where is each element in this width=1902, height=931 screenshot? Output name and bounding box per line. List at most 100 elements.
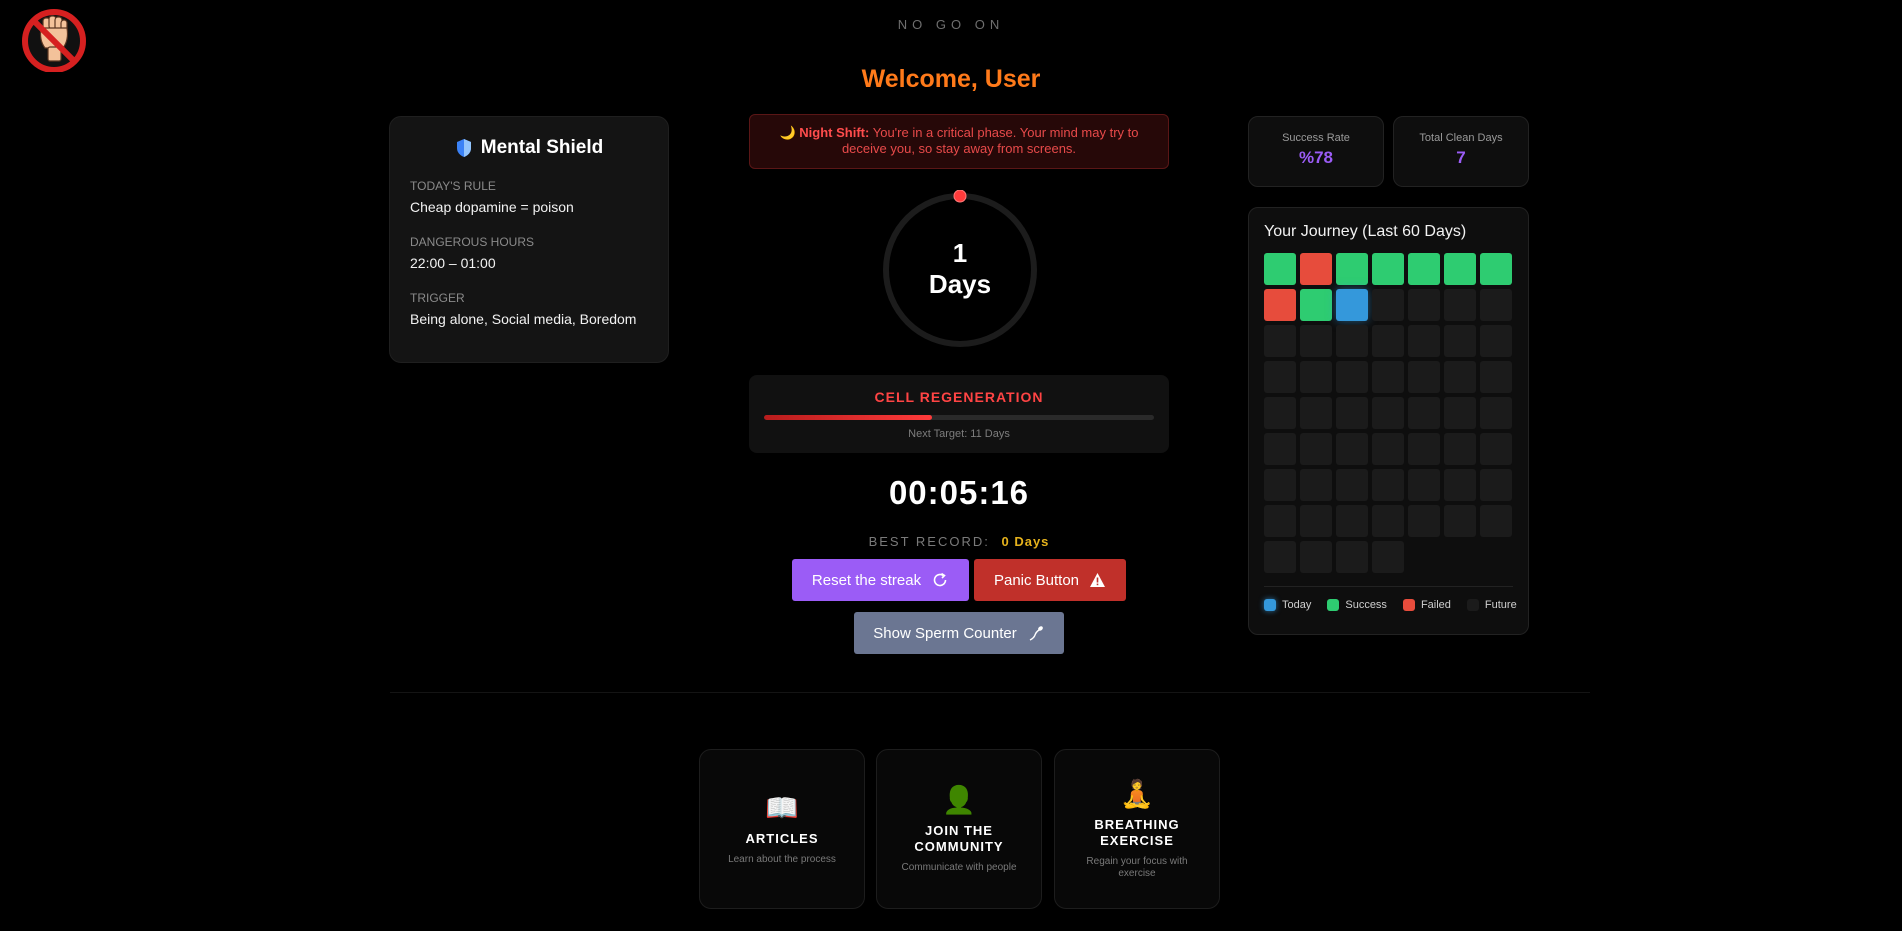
legend-today: Today bbox=[1264, 599, 1311, 611]
journey-day-success bbox=[1372, 253, 1404, 285]
journey-day-future bbox=[1408, 505, 1440, 537]
shield-label: DANGEROUS HOURS bbox=[410, 235, 535, 249]
shield-icon bbox=[456, 139, 471, 157]
card-subtitle: Communicate with people bbox=[901, 861, 1017, 873]
sperm-counter-label: Show Sperm Counter bbox=[873, 624, 1017, 642]
clean-days-value: 7 bbox=[1456, 148, 1466, 167]
card-title: JOIN THE COMMUNITY bbox=[914, 822, 1004, 854]
journey-day-future bbox=[1408, 397, 1440, 429]
journey-day-future bbox=[1264, 433, 1296, 465]
journey-day-future bbox=[1372, 325, 1404, 357]
journey-day-future bbox=[1444, 325, 1476, 357]
journey-day-future bbox=[1408, 361, 1440, 393]
journey-day-future bbox=[1372, 433, 1404, 465]
cell-regeneration-title: CELL REGENERATION bbox=[874, 389, 1044, 405]
legend-future: Future bbox=[1466, 599, 1517, 611]
cell-regeneration-panel: CELL REGENERATION Next Target: 11 Days bbox=[749, 375, 1169, 453]
journey-day-future bbox=[1480, 469, 1512, 501]
journey-day-future bbox=[1444, 289, 1476, 321]
journey-day-future bbox=[1444, 469, 1476, 501]
journey-day-future bbox=[1336, 541, 1368, 573]
journey-day-success bbox=[1444, 253, 1476, 285]
best-record: BEST RECORD: 0 Days bbox=[749, 534, 1169, 549]
shield-hours: DANGEROUS HOURS 22:00 – 01:00 bbox=[410, 235, 648, 271]
legend-label: Success bbox=[1345, 599, 1387, 611]
journey-day-future bbox=[1336, 397, 1368, 429]
panic-button[interactable]: Panic Button bbox=[974, 559, 1126, 601]
journey-day-success bbox=[1300, 289, 1332, 321]
show-sperm-counter-button[interactable]: Show Sperm Counter bbox=[854, 612, 1064, 654]
moon-icon: 🌙 bbox=[779, 125, 796, 140]
journey-day-success bbox=[1336, 253, 1368, 285]
journey-day-future bbox=[1336, 325, 1368, 357]
regeneration-progress-fill bbox=[764, 415, 932, 420]
legend-label: Future bbox=[1484, 599, 1517, 611]
journey-day-future bbox=[1264, 397, 1296, 429]
journey-day-future bbox=[1264, 541, 1296, 573]
panic-button-label: Panic Button bbox=[993, 571, 1080, 589]
next-target: Next Target: 11 Days bbox=[908, 428, 1010, 440]
journey-day-future bbox=[1408, 289, 1440, 321]
journey-day-future bbox=[1444, 433, 1476, 465]
brand-name: NO GO ON bbox=[897, 17, 1005, 32]
clean-days-label: Total Clean Days bbox=[1419, 132, 1503, 144]
total-clean-days-card: Total Clean Days 7 bbox=[1393, 116, 1529, 187]
journey-day-future bbox=[1408, 469, 1440, 501]
success-rate-value: %78 bbox=[1298, 148, 1334, 167]
book-icon: 📖 bbox=[765, 792, 799, 823]
success-rate-card: Success Rate %78 bbox=[1248, 116, 1384, 187]
journey-day-success bbox=[1408, 253, 1440, 285]
streak-counter: 1 Days bbox=[880, 238, 1040, 300]
no-fist-logo-icon[interactable] bbox=[19, 6, 89, 72]
journey-day-future bbox=[1480, 325, 1512, 357]
articles-card[interactable]: 📖 ARTICLES Learn about the process bbox=[699, 749, 865, 909]
best-record-value: 0 Days bbox=[1001, 534, 1050, 549]
journey-day-success bbox=[1480, 253, 1512, 285]
best-record-label: BEST RECORD: bbox=[868, 534, 990, 549]
journey-day-future bbox=[1372, 289, 1404, 321]
journey-day-future bbox=[1372, 469, 1404, 501]
journey-day-future bbox=[1408, 325, 1440, 357]
legend-success: Success bbox=[1327, 599, 1387, 611]
journey-day-future bbox=[1336, 361, 1368, 393]
journey-day-future bbox=[1300, 325, 1332, 357]
shield-rule: TODAY'S RULE Cheap dopamine = poison bbox=[410, 179, 648, 215]
journey-day-today bbox=[1336, 289, 1368, 321]
night-shift-alert: 🌙 Night Shift: You're in a critical phas… bbox=[749, 114, 1169, 169]
legend-swatch bbox=[1402, 599, 1415, 611]
journey-day-failed bbox=[1264, 289, 1296, 321]
warning-icon bbox=[1090, 573, 1106, 587]
reset-streak-button[interactable]: Reset the streak bbox=[792, 559, 969, 601]
streak-unit: Days bbox=[928, 269, 992, 299]
legend-failed: Failed bbox=[1402, 599, 1451, 611]
shield-value: 22:00 – 01:00 bbox=[410, 255, 496, 271]
journey-title: Your Journey (Last 60 Days) bbox=[1264, 223, 1467, 240]
breathing-exercise-card[interactable]: 🧘 BREATHING EXERCISE Regain your focus w… bbox=[1054, 749, 1220, 909]
journey-day-future bbox=[1300, 433, 1332, 465]
sperm-icon bbox=[1029, 626, 1043, 641]
journey-day-future bbox=[1300, 469, 1332, 501]
journey-day-future bbox=[1336, 505, 1368, 537]
shield-trigger: TRIGGER Being alone, Social media, Bored… bbox=[410, 291, 648, 327]
journey-day-future bbox=[1300, 505, 1332, 537]
join-community-card[interactable]: 👤 JOIN THE COMMUNITY Communicate with pe… bbox=[876, 749, 1042, 909]
card-subtitle: Learn about the process bbox=[728, 853, 836, 865]
journey-day-future bbox=[1264, 505, 1296, 537]
journey-day-future bbox=[1336, 469, 1368, 501]
journey-day-future bbox=[1372, 361, 1404, 393]
legend-swatch bbox=[1466, 599, 1479, 611]
journey-day-future bbox=[1480, 505, 1512, 537]
journey-day-future bbox=[1372, 505, 1404, 537]
journey-panel: Your Journey (Last 60 Days) Today Succes… bbox=[1248, 207, 1529, 635]
night-shift-label: Night Shift: bbox=[799, 125, 870, 140]
journey-day-future bbox=[1264, 469, 1296, 501]
journey-day-future bbox=[1372, 541, 1404, 573]
regeneration-progress-bar bbox=[764, 415, 1154, 420]
journey-day-future bbox=[1480, 433, 1512, 465]
journey-day-future bbox=[1480, 289, 1512, 321]
person-icon: 👤 bbox=[942, 784, 976, 815]
streak-count: 1 bbox=[952, 238, 968, 268]
journey-day-future bbox=[1444, 397, 1476, 429]
journey-day-future bbox=[1300, 361, 1332, 393]
shield-label: TRIGGER bbox=[410, 291, 465, 305]
